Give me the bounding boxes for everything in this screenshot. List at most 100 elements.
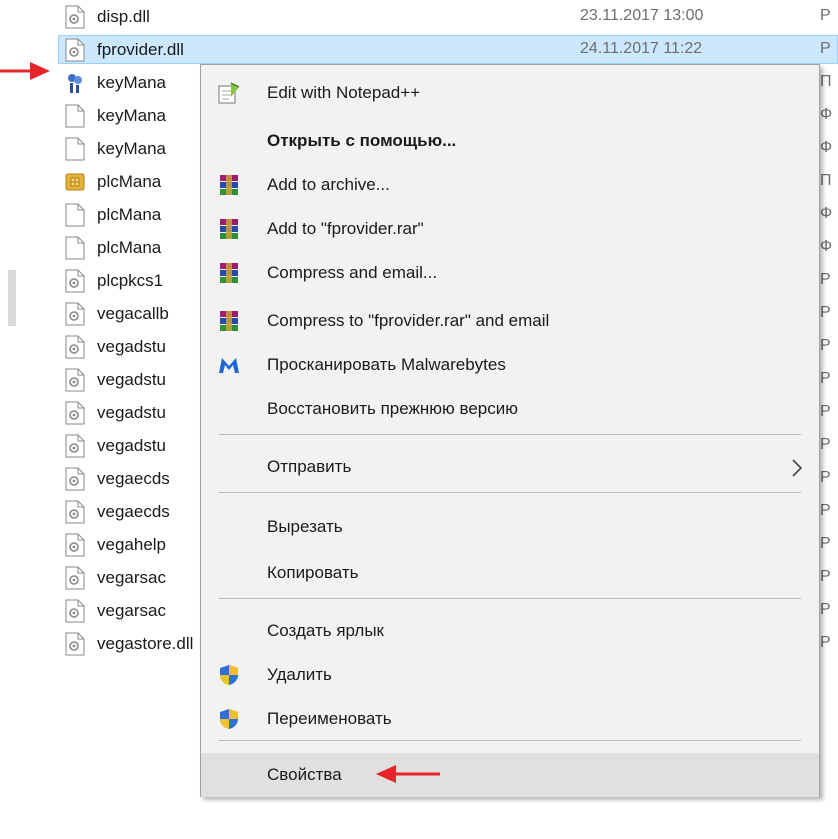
file-name: vegaecds xyxy=(97,469,170,488)
file-name: keyMana xyxy=(97,106,166,125)
menu-item-3[interactable]: Add to archive... xyxy=(201,163,819,207)
file-type: Ф xyxy=(820,106,833,123)
file-type: Р xyxy=(820,634,831,651)
menu-item-5[interactable]: Compress and email... xyxy=(201,251,819,295)
chevron-right-icon xyxy=(791,459,803,477)
dll-file-icon xyxy=(65,302,85,326)
menu-item-14[interactable]: Переименовать xyxy=(201,697,819,741)
dll-file-icon xyxy=(65,500,85,524)
menu-item-7[interactable]: Просканировать Malwarebytes xyxy=(201,343,819,387)
menu-item-10[interactable]: Вырезать xyxy=(201,505,819,549)
menu-separator xyxy=(219,434,801,435)
file-type: Р xyxy=(820,535,831,552)
file-name: keyMana xyxy=(97,73,166,92)
dll-file-icon xyxy=(65,533,85,557)
file-name: plcMana xyxy=(97,172,162,191)
dll-file-icon xyxy=(65,434,85,458)
file-name: vegarsac xyxy=(97,568,166,587)
menu-item-2[interactable]: Открыть с помощью... xyxy=(201,119,819,163)
menu-item-label: Вырезать xyxy=(267,517,343,536)
menu-item-label: Просканировать Malwarebytes xyxy=(267,355,506,374)
menu-item-11[interactable]: Копировать xyxy=(201,551,819,595)
file-name: vegadstu xyxy=(97,436,166,455)
file-name: vegaecds xyxy=(97,502,170,521)
menu-item-label: Compress to "fprovider.rar" and email xyxy=(267,311,550,330)
file-name: fprovider.dll xyxy=(97,40,184,59)
menu-item-6[interactable]: Compress to "fprovider.rar" and email xyxy=(201,299,819,343)
malwarebytes-icon xyxy=(217,353,241,377)
key-manager-app-icon xyxy=(65,71,85,95)
blank-file-icon xyxy=(65,137,85,161)
menu-item-8[interactable]: Восстановить прежнюю версию xyxy=(201,387,819,431)
file-type: Ф xyxy=(820,205,833,222)
menu-item-4[interactable]: Add to "fprovider.rar" xyxy=(201,207,819,251)
menu-item-13[interactable]: Удалить xyxy=(201,653,819,697)
file-name: disp.dll xyxy=(97,7,150,26)
file-name: vegarsac xyxy=(97,601,166,620)
file-type: Ф xyxy=(820,238,833,255)
dll-file-icon xyxy=(65,599,85,623)
file-type: Р xyxy=(820,337,831,354)
file-name: vegahelp xyxy=(97,535,167,554)
file-type: Ф xyxy=(820,139,833,156)
file-name: plcMana xyxy=(97,205,162,224)
dll-file-icon xyxy=(65,467,85,491)
notepad-plus-plus-icon xyxy=(217,81,241,105)
file-type: Р xyxy=(820,502,831,519)
dll-file-icon xyxy=(65,269,85,293)
dll-file-icon xyxy=(65,401,85,425)
file-name: plcpkcs1 xyxy=(97,271,164,290)
menu-item-label: Add to archive... xyxy=(267,175,390,194)
winrar-icon xyxy=(217,261,241,285)
file-type: Р xyxy=(820,601,831,618)
file-date-modified: 23.11.2017 13:00 xyxy=(580,7,704,24)
dll-file-icon xyxy=(65,38,85,62)
menu-item-9[interactable]: Отправить xyxy=(201,445,819,489)
menu-item-label: Edit with Notepad++ xyxy=(267,83,421,102)
menu-item-1[interactable]: Edit with Notepad++ xyxy=(201,71,819,115)
menu-separator xyxy=(219,598,801,599)
uac-shield-icon xyxy=(217,707,241,731)
file-name: vegastore.dll xyxy=(97,634,194,653)
menu-item-12[interactable]: Создать ярлык xyxy=(201,609,819,653)
file-type: Р xyxy=(820,370,831,387)
file-type: Р xyxy=(820,304,831,321)
file-name: vegadstu xyxy=(97,337,166,356)
menu-item-label: Compress and email... xyxy=(267,263,438,282)
file-type: Р xyxy=(820,7,831,24)
file-type: Р xyxy=(820,469,831,486)
menu-item-label: Add to "fprovider.rar" xyxy=(267,219,424,238)
annotation-arrow-file xyxy=(0,62,50,80)
dll-file-icon xyxy=(65,566,85,590)
context-menu: Edit with Notepad++ Открыть с помощью... A… xyxy=(200,64,820,797)
file-type: Р xyxy=(820,568,831,585)
menu-item-label: Восстановить прежнюю версию xyxy=(267,399,518,418)
menu-item-label: Удалить xyxy=(267,665,332,684)
menu-item-label: Переименовать xyxy=(267,709,392,728)
file-type: Р xyxy=(820,403,831,420)
menu-item-label: Отправить xyxy=(267,457,352,476)
menu-separator xyxy=(219,492,801,493)
menu-item-15[interactable]: Свойства xyxy=(201,753,819,797)
file-row[interactable]: disp.dll 23.11.2017 13:00 Р xyxy=(0,0,838,33)
file-name: keyMana xyxy=(97,139,166,158)
annotation-arrow-properties xyxy=(376,765,440,783)
file-type: Р xyxy=(820,271,831,288)
file-name: vegacallb xyxy=(97,304,169,323)
file-date-modified: 24.11.2017 11:22 xyxy=(580,40,703,57)
dll-file-icon xyxy=(65,368,85,392)
file-type: Р xyxy=(820,436,831,453)
smartcard-app-icon xyxy=(65,170,85,194)
winrar-icon xyxy=(217,217,241,241)
file-row-selected[interactable]: fprovider.dll 24.11.2017 11:22 Р xyxy=(0,33,838,66)
menu-item-label: Создать ярлык xyxy=(267,621,384,640)
file-type: П xyxy=(820,172,832,189)
file-type: П xyxy=(820,73,832,90)
winrar-icon xyxy=(217,309,241,333)
file-type: Р xyxy=(820,40,831,57)
file-name: vegadstu xyxy=(97,370,166,389)
winrar-icon xyxy=(217,173,241,197)
menu-item-label: Свойства xyxy=(267,765,342,784)
blank-file-icon xyxy=(65,203,85,227)
file-name: plcMana xyxy=(97,238,162,257)
